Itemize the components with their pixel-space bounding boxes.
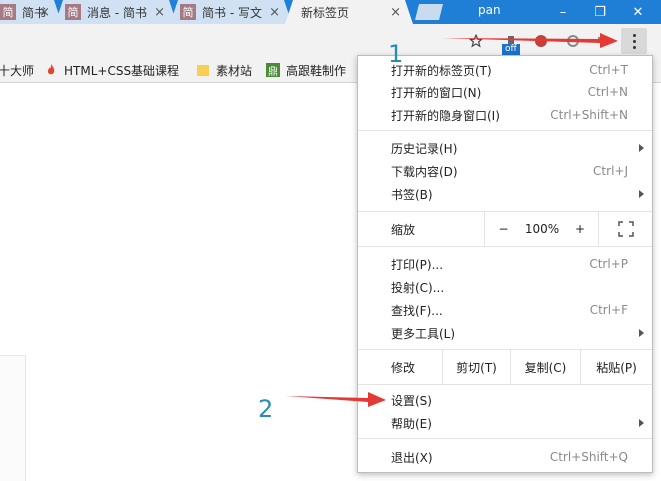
close-icon[interactable]: × (39, 5, 50, 20)
menu-separator (358, 246, 652, 247)
maximize-icon[interactable]: ❐ (582, 0, 618, 24)
menu-item-label: 更多工具(L) (391, 326, 456, 341)
menu-item-label: 打印(P)... (391, 257, 444, 272)
menu-item-label: 历史记录(H) (391, 141, 458, 156)
menu-shortcut: Ctrl+Shift+N (550, 108, 628, 122)
close-icon[interactable]: × (154, 5, 165, 20)
profile-name[interactable]: pan (478, 3, 501, 17)
submenu-arrow-icon (639, 144, 644, 152)
bookmark-label: 素材站 (216, 63, 253, 78)
paste-button[interactable]: 粘贴(P) (580, 350, 652, 384)
jianshu-favicon-icon: 简 (65, 4, 81, 20)
annotation-step-2: 2 (258, 395, 274, 423)
bookmark-item[interactable]: 鼎 高跟鞋制作 (266, 58, 346, 82)
zoom-in-button[interactable]: + (562, 212, 598, 246)
menu-item-label: 帮助(E) (391, 416, 432, 431)
close-icon[interactable]: × (390, 5, 401, 20)
menu-item-label: 打开新的隐身窗口(I) (391, 108, 500, 123)
extension-lines-icon[interactable] (592, 30, 614, 52)
tab-jianshu-write[interactable]: 简 简书 - 写文 × (170, 0, 292, 24)
annotation-step-1: 1 (388, 40, 404, 68)
menu-shortcut: Ctrl+T (589, 63, 628, 77)
toolbar (0, 24, 661, 59)
extension-red-icon[interactable] (530, 30, 552, 52)
menu-button[interactable] (621, 28, 647, 54)
extension-grey-icon[interactable] (562, 30, 584, 52)
three-dots-vertical-icon (632, 33, 636, 49)
chrome-menu: 打开新的标签页(T) Ctrl+T 打开新的窗口(N) Ctrl+N 打开新的隐… (357, 55, 653, 473)
close-icon[interactable]: × (269, 5, 280, 20)
zoom-value: 100% (524, 222, 560, 236)
menu-item-label: 打开新的标签页(T) (391, 63, 492, 78)
menu-item-history[interactable]: 历史记录(H) (358, 137, 652, 159)
copy-button[interactable]: 复制(C) (510, 350, 580, 384)
menu-item-cast[interactable]: 投射(C)... (358, 276, 652, 298)
jianshu-favicon-icon: 简 (0, 4, 16, 20)
menu-shortcut: Ctrl+F (589, 303, 628, 317)
submenu-arrow-icon (639, 419, 644, 427)
menu-item-label: 设置(S) (391, 393, 432, 408)
bookmark-label: 十大师 (0, 63, 35, 78)
submenu-arrow-icon (639, 329, 644, 337)
bookmark-label: HTML+CSS基础课程 (64, 63, 180, 78)
close-window-icon[interactable]: ✕ (620, 0, 656, 24)
menu-item-label: 书签(B) (391, 187, 433, 202)
bookmark-item[interactable]: 十大师 (0, 58, 34, 82)
star-icon[interactable] (465, 30, 487, 52)
edit-label: 修改 (391, 360, 416, 375)
menu-item-label: 投射(C)... (391, 280, 445, 295)
menu-item-bookmarks[interactable]: 书签(B) (358, 183, 652, 205)
menu-separator (358, 438, 652, 439)
tab-new-tab[interactable]: 新标签页 × (285, 0, 413, 24)
flame-icon (44, 63, 58, 77)
page-side-panel (0, 355, 26, 481)
bookmark-label: 高跟鞋制作 (286, 63, 347, 78)
zoom-label: 缩放 (391, 222, 416, 237)
menu-shortcut: Ctrl+Shift+Q (549, 450, 628, 464)
menu-shortcut: Ctrl+J (593, 164, 628, 178)
menu-separator (358, 384, 652, 385)
folder-icon (196, 63, 210, 77)
menu-item-settings[interactable]: 设置(S) (358, 389, 652, 411)
tab-label: 简书 - 写文 (202, 5, 262, 20)
jianshu-favicon-icon: 简 (180, 4, 196, 20)
menu-item-new-window[interactable]: 打开新的窗口(N) Ctrl+N (358, 81, 652, 103)
menu-item-label: 下载内容(D) (391, 164, 458, 179)
fullscreen-icon[interactable] (598, 212, 652, 246)
tab-label: 消息 - 简书 (87, 5, 147, 20)
menu-item-label: 打开新的窗口(N) (391, 85, 482, 100)
zoom-row: 缩放 − 100% + (358, 212, 652, 246)
extension-off-badge: off (502, 44, 520, 55)
cut-button[interactable]: 剪切(T) (442, 350, 510, 384)
menu-item-find[interactable]: 查找(F)... Ctrl+F (358, 299, 652, 321)
tab-label: 新标签页 (301, 5, 350, 20)
menu-item-incognito[interactable]: 打开新的隐身窗口(I) Ctrl+Shift+N (358, 104, 652, 126)
zoom-out-button[interactable]: − (484, 212, 522, 246)
menu-separator (358, 130, 652, 131)
minimize-icon[interactable]: – (545, 0, 581, 24)
menu-item-print[interactable]: 打印(P)... Ctrl+P (358, 253, 652, 275)
menu-shortcut: Ctrl+N (587, 85, 628, 99)
menu-item-label: 退出(X) (391, 450, 433, 465)
edit-row: 修改 剪切(T) 复制(C) 粘贴(P) (358, 350, 652, 384)
tab-jianshu-1[interactable]: 简 简书 × (0, 0, 62, 24)
menu-item-exit[interactable]: 退出(X) Ctrl+Shift+Q (358, 446, 652, 468)
menu-item-label: 查找(F)... (391, 303, 443, 318)
tab-strip: 简 简书 × 简 消息 - 简书 × 简 简书 - 写文 × 新标签页 × pa… (0, 0, 661, 24)
bookmark-item[interactable]: 素材站 (196, 58, 252, 82)
menu-item-help[interactable]: 帮助(E) (358, 412, 652, 434)
tab-messages[interactable]: 简 消息 - 简书 × (55, 0, 177, 24)
submenu-arrow-icon (639, 190, 644, 198)
bookmark-item[interactable]: HTML+CSS基础课程 (44, 58, 179, 82)
bookmark-badge-icon: 鼎 (266, 63, 280, 78)
menu-item-downloads[interactable]: 下载内容(D) Ctrl+J (358, 160, 652, 182)
menu-shortcut: Ctrl+P (589, 257, 628, 271)
menu-item-more-tools[interactable]: 更多工具(L) (358, 322, 652, 344)
new-tab-button[interactable] (415, 4, 443, 20)
